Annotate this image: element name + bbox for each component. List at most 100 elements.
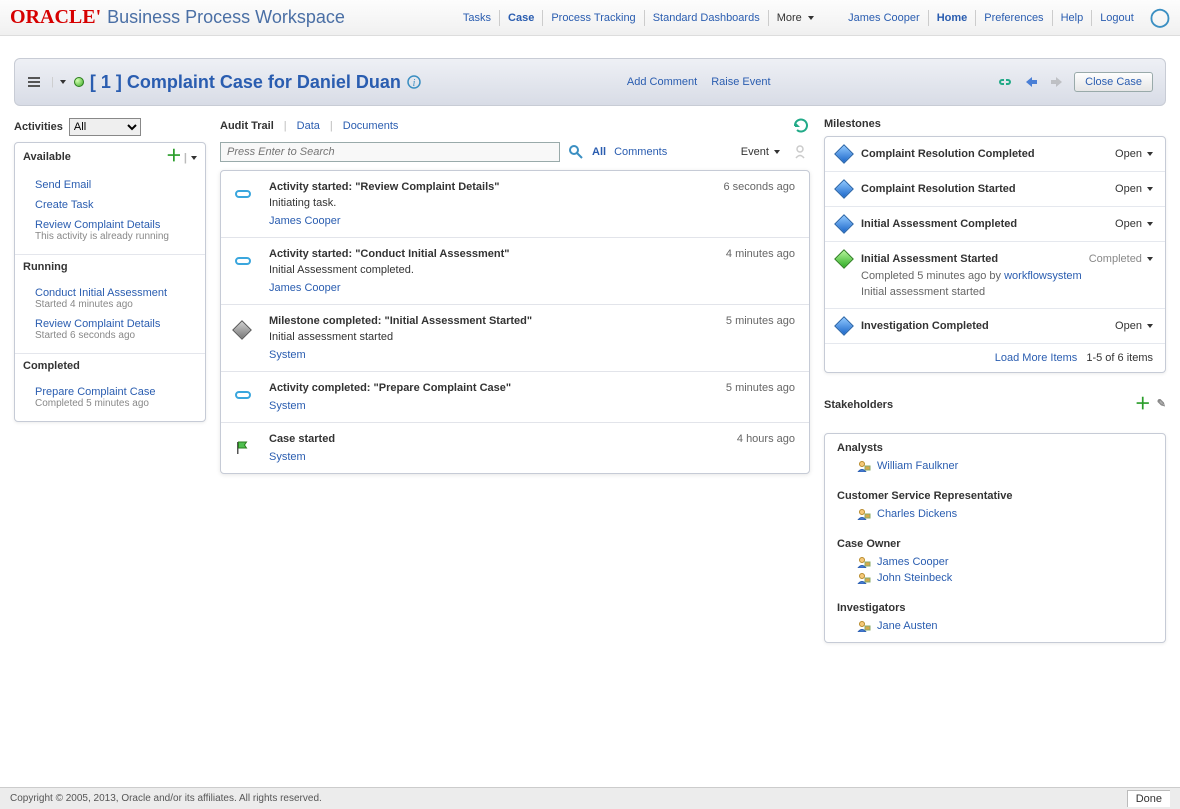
milestone-diamond-icon <box>834 214 854 234</box>
nav-help[interactable]: Help <box>1053 10 1093 26</box>
refresh-icon[interactable] <box>792 118 810 134</box>
stakeholders-heading: Stakeholders <box>824 399 893 411</box>
entry-actor-link[interactable]: System <box>269 400 306 412</box>
entry-time: 4 minutes ago <box>726 248 795 260</box>
entry-actor-link[interactable]: System <box>269 349 306 361</box>
raise-event-link[interactable]: Raise Event <box>711 76 770 88</box>
stakeholder-row: Jane Austen <box>837 618 1153 634</box>
tab-audit-trail[interactable]: Audit Trail <box>220 120 274 132</box>
milestone-state-dropdown[interactable]: Open <box>1115 218 1153 230</box>
stakeholder-link[interactable]: James Cooper <box>877 556 949 568</box>
activity-link[interactable]: Prepare Complaint Case <box>35 386 155 398</box>
entry-desc: Initiating task. <box>269 197 795 209</box>
nav-process-tracking[interactable]: Process Tracking <box>543 10 644 26</box>
tab-documents[interactable]: Documents <box>343 120 399 132</box>
search-icon[interactable] <box>568 144 584 160</box>
activities-heading: Activities <box>14 121 63 133</box>
activity-link[interactable]: Review Complaint Details <box>35 219 160 231</box>
load-more-link[interactable]: Load More Items <box>995 352 1078 364</box>
menu-icon[interactable] <box>27 76 41 88</box>
case-title: [ 1 ] Complaint Case for Daniel Duan <box>90 72 401 93</box>
activity-link[interactable]: Conduct Initial Assessment <box>35 287 167 299</box>
stakeholder-link[interactable]: John Steinbeck <box>877 572 952 584</box>
workflow-system-link[interactable]: workflowsystem <box>1004 270 1082 282</box>
milestone-state-dropdown[interactable]: Open <box>1115 148 1153 160</box>
svg-text:i: i <box>413 78 416 89</box>
stakeholder-link[interactable]: William Faulkner <box>877 460 958 472</box>
nav-standard-dashboards[interactable]: Standard Dashboards <box>645 10 769 26</box>
activity-subtext: Started 4 minutes ago <box>35 299 197 310</box>
stakeholder-link[interactable]: Charles Dickens <box>877 508 957 520</box>
done-indicator: Done <box>1127 790 1170 807</box>
tab-data[interactable]: Data <box>297 120 320 132</box>
milestone-row: Initial Assessment StartedCompleted Comp… <box>825 241 1165 308</box>
add-activity-button[interactable]: ＋| <box>166 149 197 165</box>
arrow-left-icon[interactable] <box>1022 75 1040 89</box>
stakeholder-link[interactable]: Jane Austen <box>877 620 938 632</box>
search-input[interactable] <box>220 142 560 162</box>
list-item[interactable]: Prepare Complaint CaseCompleted 5 minute… <box>15 382 205 413</box>
nav-tasks[interactable]: Tasks <box>455 10 500 26</box>
stakeholder-group-name: Investigators <box>837 602 1153 614</box>
add-stakeholder-button[interactable]: ＋ <box>1135 397 1151 413</box>
milestone-detail: Completed 5 minutes ago by workflowsyste… <box>861 270 1153 282</box>
info-icon[interactable]: i <box>407 75 421 89</box>
trail-entry: 4 hours agoCase startedSystem <box>221 422 809 473</box>
activity-link[interactable]: Review Complaint Details <box>35 318 160 330</box>
activities-filter-select[interactable]: All <box>69 118 141 136</box>
stakeholders-panel: AnalystsWilliam FaulknerCustomer Service… <box>824 433 1166 643</box>
stakeholder-row: Charles Dickens <box>837 506 1153 522</box>
trail-entry: 4 minutes agoActivity started: "Conduct … <box>221 237 809 304</box>
filter-all[interactable]: All <box>592 146 606 158</box>
event-dropdown[interactable]: Event <box>741 146 780 158</box>
entry-desc: Initial Assessment completed. <box>269 264 795 276</box>
person-icon <box>857 572 871 584</box>
activity-subtext: Completed 5 minutes ago <box>35 398 197 409</box>
completed-heading: Completed <box>23 360 80 372</box>
milestone-state-dropdown[interactable]: Completed <box>1089 253 1153 265</box>
close-case-button[interactable]: Close Case <box>1074 72 1153 92</box>
nav-case[interactable]: Case <box>500 10 543 26</box>
add-comment-link[interactable]: Add Comment <box>627 76 697 88</box>
person-icon <box>857 460 871 472</box>
stakeholder-group: Customer Service Representative Charles D… <box>825 482 1165 530</box>
entry-actor-link[interactable]: James Cooper <box>269 282 341 294</box>
milestone-row: Investigation CompletedOpen <box>825 308 1165 343</box>
list-item[interactable]: Create Task <box>15 195 205 215</box>
milestone-title: Initial Assessment Started <box>861 253 1089 265</box>
activities-panel: Available ＋| Send EmailCreate TaskReview… <box>14 142 206 422</box>
nav-logout[interactable]: Logout <box>1092 10 1142 26</box>
person-filter-icon[interactable] <box>794 144 810 160</box>
link-icon[interactable] <box>996 75 1014 89</box>
entry-actor-link[interactable]: System <box>269 451 306 463</box>
topbar: ORACLE' Business Process Workspace Tasks… <box>0 0 1180 36</box>
activity-pill-icon <box>235 390 251 402</box>
milestone-title: Complaint Resolution Completed <box>861 148 1115 160</box>
list-item[interactable]: Conduct Initial AssessmentStarted 4 minu… <box>15 283 205 314</box>
nav-more[interactable]: More <box>769 10 822 26</box>
nav-home[interactable]: Home <box>929 10 977 26</box>
activity-link[interactable]: Create Task <box>35 199 94 211</box>
list-item[interactable]: Review Complaint DetailsThis activity is… <box>15 215 205 246</box>
entry-actor-link[interactable]: James Cooper <box>269 215 341 227</box>
nav-more-label: More <box>777 12 802 24</box>
edit-stakeholders-button[interactable]: ✎ <box>1157 397 1166 413</box>
chevron-down-icon <box>808 16 814 20</box>
milestone-row: Initial Assessment CompletedOpen <box>825 206 1165 241</box>
activity-link[interactable]: Send Email <box>35 179 91 191</box>
filter-comments[interactable]: Comments <box>614 146 667 158</box>
milestones-panel: Complaint Resolution CompletedOpen Compl… <box>824 136 1166 373</box>
arrow-right-icon[interactable] <box>1048 75 1066 89</box>
milestone-state-dropdown[interactable]: Open <box>1115 183 1153 195</box>
running-heading: Running <box>23 261 68 273</box>
user-links: James Cooper Home Preferences Help Logou… <box>840 10 1142 26</box>
chevron-down-icon[interactable] <box>60 80 66 84</box>
flag-icon <box>235 441 249 455</box>
list-item[interactable]: Send Email <box>15 175 205 195</box>
milestone-state-dropdown[interactable]: Open <box>1115 320 1153 332</box>
list-item[interactable]: Review Complaint DetailsStarted 6 second… <box>15 314 205 345</box>
nav-preferences[interactable]: Preferences <box>976 10 1052 26</box>
stakeholder-group-name: Customer Service Representative <box>837 490 1153 502</box>
stakeholder-group: Case OwnerJames CooperJohn Steinbeck <box>825 530 1165 594</box>
milestone-title: Initial Assessment Completed <box>861 218 1115 230</box>
